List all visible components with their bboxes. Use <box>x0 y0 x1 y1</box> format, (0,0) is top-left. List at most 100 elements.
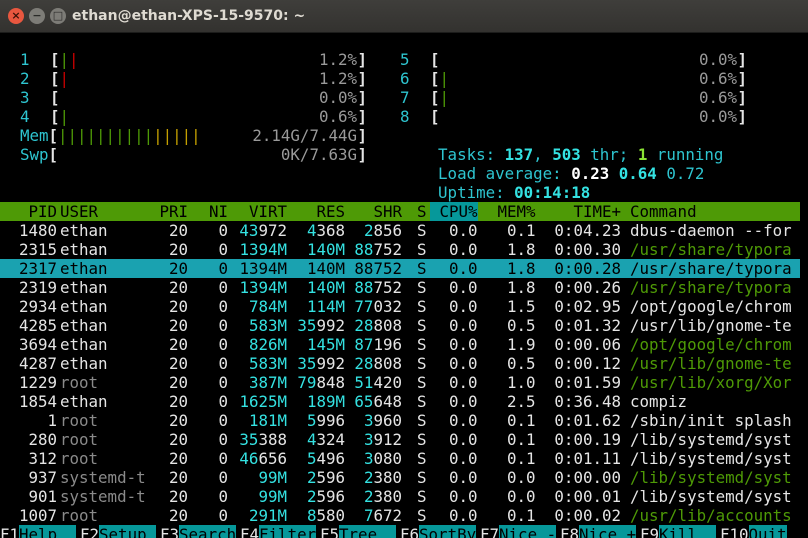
process-row[interactable]: 901 systemd-t 20 0 99M 2596 2380 S 0.0 0.0 0:00.01… <box>0 487 800 506</box>
fkey-key: F3 <box>160 525 180 538</box>
cell-shr-high: 28 <box>354 354 374 373</box>
meter-bracket-close: ] <box>357 88 367 107</box>
cell-shr-high: 28 <box>354 316 374 335</box>
fkey-f5-button[interactable]: F5Tree <box>320 525 397 538</box>
cell-cpu: 0.0 <box>448 449 478 468</box>
cell-cmd: /usr/share/typora <box>630 259 792 278</box>
process-table-header[interactable]: PID USER PRI NI VIRT RES SHR S CPU% MEM% TIME+ Comm… <box>0 202 800 221</box>
cell-res-high: 189M <box>306 392 345 411</box>
column-header-ni[interactable]: NI <box>190 202 228 221</box>
cell-pri: 20 <box>168 468 188 487</box>
cell-pid: 2934 <box>18 297 57 316</box>
cpu-percent: 1.2% <box>318 69 357 88</box>
cell-cmd: /lib/systemd/syst <box>630 468 792 487</box>
process-row[interactable]: 4285 ethan 20 0 583M 35992 28808 S 0.0 0.5 0:01.32… <box>0 316 800 335</box>
cell-pid: 1854 <box>18 392 57 411</box>
column-header-shr[interactable]: SHR <box>345 202 402 221</box>
fkey-f10-button[interactable]: F10Quit <box>720 525 787 538</box>
fkey-f9-button[interactable]: F9Kill <box>640 525 717 538</box>
cpu-bar-tick: | <box>439 88 450 107</box>
tasks-line: Tasks: 137, 503 thr; 1 running <box>400 126 723 164</box>
cell-s: S <box>417 430 427 449</box>
process-row[interactable]: 3694 ethan 20 0 826M 145M 87196 S 0.0 1.9 0:00.06/… <box>0 335 800 354</box>
cell-time: 0:00.26 <box>554 278 621 297</box>
column-header-res[interactable]: RES <box>288 202 345 221</box>
cell-time: 0:04.23 <box>554 221 621 240</box>
process-row[interactable]: 1854 ethan 20 0 1625M 189M 65648 S 0.0 2.5 0:36.48… <box>0 392 800 411</box>
close-window-button[interactable]: × <box>8 8 24 24</box>
process-row[interactable]: 1 root 20 0 181M 5996 3960 S 0.0 0.1 0:01.62/sbin/… <box>0 411 800 430</box>
process-row[interactable]: 2319 ethan 20 0 1394M 140M 88752 S 0.0 1.8 0:00.26… <box>0 278 800 297</box>
uptime-label: Uptime: <box>438 183 515 202</box>
cell-virt: 99M <box>230 487 287 506</box>
cell-virt-high: 784M <box>248 297 287 316</box>
process-row[interactable]: 1007 root 20 0 291M 8580 7672 S 0.0 0.1 0:00.02/us… <box>0 506 800 525</box>
process-row[interactable]: 1480 ethan 20 0 43972 4368 2856 S 0.0 0.1 0:04.23 d… <box>0 221 800 240</box>
cell-mem: 2.5 <box>506 392 536 411</box>
column-header-virt[interactable]: VIRT <box>230 202 287 221</box>
process-row[interactable]: 1229 root 20 0 387M 79848 51420 S 0.0 1.0 0:01.59/… <box>0 373 800 392</box>
terminal-area[interactable]: 1[|| 1.2%] 2[| 1.2%] 3[0.0%] 4[| 0.6%] 5[0.0%] 6… <box>0 32 808 538</box>
column-header-pid[interactable]: PID <box>0 202 57 221</box>
cell-res: 5496 <box>288 449 345 468</box>
cell-time: 0:36.48 <box>554 392 621 411</box>
cell-res-low: 496 <box>316 449 345 468</box>
cell-res: 5996 <box>288 411 345 430</box>
cell-shr-low: 912 <box>373 430 402 449</box>
process-row[interactable]: 280 root 20 0 35388 4324 3912 S 0.0 0.1 0:00.19/li… <box>0 430 800 449</box>
column-header-user[interactable]: USER <box>60 202 146 221</box>
cell-s: S <box>417 297 427 316</box>
cpu-percent: 0.6% <box>318 107 357 126</box>
meter-bracket-open: [ <box>430 69 440 88</box>
cell-res-high: 35 <box>297 316 317 335</box>
cell-shr: 65648 <box>345 392 402 411</box>
process-row[interactable]: 4287 ethan 20 0 583M 35992 28808 S 0.0 0.5 0:00.12… <box>0 354 800 373</box>
cell-shr-high: 88 <box>354 278 374 297</box>
cell-res: 140M <box>288 278 345 297</box>
cell-s: S <box>417 316 427 335</box>
cell-pri: 20 <box>168 278 188 297</box>
process-row[interactable]: 937 systemd-t 20 0 99M 2596 2380 S 0.0 0.0 0:00.00… <box>0 468 800 487</box>
fkey-f2-button[interactable]: F2Setup <box>80 525 157 538</box>
cell-res: 4324 <box>288 430 345 449</box>
column-header-s[interactable]: S <box>417 202 427 221</box>
fkey-key: F5 <box>320 525 340 538</box>
cell-virt-high: 35 <box>239 430 259 449</box>
cell-virt-high: 583M <box>248 354 287 373</box>
fkey-f3-button[interactable]: F3Search <box>160 525 237 538</box>
cell-shr: 87196 <box>345 335 402 354</box>
cell-mem: 0.5 <box>506 316 536 335</box>
column-header-cpu[interactable]: CPU% <box>430 202 478 221</box>
minimize-window-button[interactable]: − <box>29 8 45 24</box>
cell-user: ethan <box>60 221 108 240</box>
fkey-f7-button[interactable]: F7Nice - <box>480 525 557 538</box>
cell-virt-high: 99M <box>258 468 287 487</box>
column-header-pri[interactable]: PRI <box>150 202 188 221</box>
fkey-f1-button[interactable]: F1Help <box>0 525 77 538</box>
process-row[interactable]: 312 root 20 0 46656 5496 3080 S 0.0 0.1 0:01.11/li… <box>0 449 800 468</box>
function-key-bar: F1Help F2Setup F3Search F4Filter F5Tree F6… <box>0 525 808 538</box>
cell-time: 0:02.95 <box>554 297 621 316</box>
cell-cmd: compiz <box>630 392 688 411</box>
selected-process-row[interactable]: 2317 ethan 20 0 1394M 140M 88752 S 0.0 1.8 0:00.28… <box>0 259 800 278</box>
swp-value: 0K/7.63G <box>280 145 357 164</box>
cell-ni: 0 <box>218 392 228 411</box>
cell-user: ethan <box>60 278 108 297</box>
process-row[interactable]: 2315 ethan 20 0 1394M 140M 88752 S 0.0 1.8 0:00.30… <box>0 240 800 259</box>
cell-ni: 0 <box>218 411 228 430</box>
cell-pid: 312 <box>28 449 57 468</box>
cell-s: S <box>417 506 427 525</box>
fkey-label: Nice - <box>499 525 557 538</box>
cell-user: ethan <box>60 354 108 373</box>
fkey-label: Kill <box>659 525 717 538</box>
column-header-mem[interactable]: MEM% <box>488 202 535 221</box>
fkey-f8-button[interactable]: F8Nice + <box>560 525 637 538</box>
fkey-f4-button[interactable]: F4Filter <box>240 525 317 538</box>
cell-ni: 0 <box>218 468 228 487</box>
column-header-time[interactable]: TIME+ <box>545 202 621 221</box>
fkey-f6-button[interactable]: F6SortBy <box>400 525 477 538</box>
column-header-command[interactable]: Command <box>630 202 801 221</box>
maximize-window-button[interactable]: □ <box>50 8 66 24</box>
process-row[interactable]: 2934 ethan 20 0 784M 114M 77032 S 0.0 1.5 0:02.95/… <box>0 297 800 316</box>
cell-pid: 2315 <box>18 240 57 259</box>
